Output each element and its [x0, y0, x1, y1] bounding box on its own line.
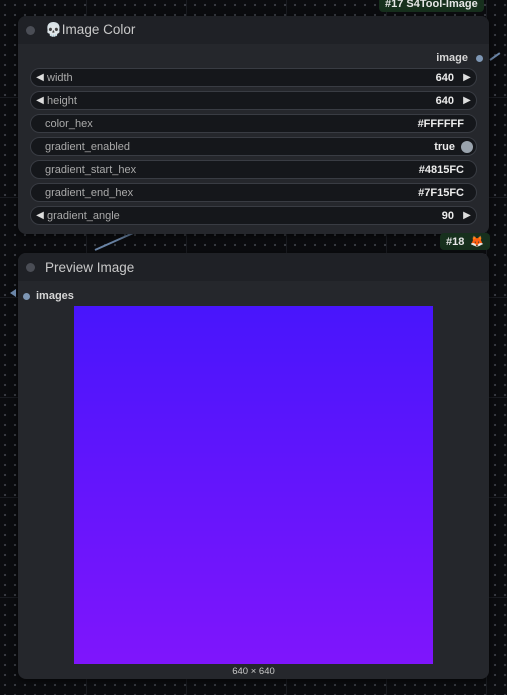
increment-arrow-icon[interactable]: ▶ — [462, 72, 476, 83]
widget-gradient-end-hex[interactable]: gradient_end_hex #7F15FC — [30, 183, 477, 202]
widget-label: gradient_enabled — [45, 140, 131, 153]
widget-gradient-angle[interactable]: ◀ gradient_angle 90 ▶ — [30, 206, 477, 225]
node-title: Preview Image — [45, 259, 135, 275]
node-title: 💀Image Color — [45, 22, 136, 37]
increment-arrow-icon[interactable]: ▶ — [462, 95, 476, 106]
widget-value[interactable]: #4815FC — [419, 164, 476, 176]
widget-value[interactable]: 90 — [442, 210, 454, 222]
node-title-bar[interactable]: Preview Image — [18, 253, 489, 281]
widget-width[interactable]: ◀ width 640 ▶ — [30, 68, 477, 87]
widget-value[interactable]: #7F15FC — [418, 187, 476, 199]
output-slot-image[interactable]: image — [436, 52, 483, 64]
link-wire — [94, 232, 134, 251]
link-wire-out — [489, 52, 501, 61]
decrement-arrow-icon[interactable]: ◀ — [31, 210, 45, 221]
widget-value[interactable]: #FFFFFF — [418, 118, 476, 130]
widget-label: height — [47, 94, 77, 107]
widget-label: color_hex — [45, 117, 93, 130]
output-dot[interactable] — [476, 54, 483, 62]
widget-label: gradient_angle — [47, 209, 120, 222]
widget-value[interactable]: 640 — [436, 95, 454, 107]
toggle-switch[interactable] — [461, 140, 473, 153]
widget-color-hex[interactable]: color_hex #FFFFFF — [30, 114, 477, 133]
preview-image-node[interactable]: Preview Image images 640 × 640 — [18, 253, 489, 679]
node-title-bar[interactable]: 💀Image Color — [18, 16, 489, 44]
widget-value[interactable]: 640 — [436, 72, 454, 84]
collapse-toggle[interactable] — [26, 25, 35, 35]
widget-gradient-start-hex[interactable]: gradient_start_hex #4815FC — [30, 160, 477, 179]
fox-icon: 🦊 — [470, 236, 485, 248]
widget-label: width — [47, 71, 73, 84]
widget-label: gradient_end_hex — [45, 186, 134, 199]
preview-image[interactable] — [74, 306, 433, 664]
node-id-badge: #18 🦊 — [440, 233, 491, 250]
input-label: images — [36, 290, 74, 302]
input-slot-images[interactable]: images — [23, 290, 74, 302]
widget-label: gradient_start_hex — [45, 163, 137, 176]
collapse-toggle[interactable] — [26, 262, 35, 272]
output-label: image — [436, 52, 468, 64]
decrement-arrow-icon[interactable]: ◀ — [31, 95, 45, 106]
increment-arrow-icon[interactable]: ▶ — [462, 210, 476, 221]
input-dot[interactable] — [23, 292, 30, 300]
image-color-node[interactable]: 💀Image Color image ◀ width 640 ▶ ◀ heigh… — [18, 16, 489, 234]
decrement-arrow-icon[interactable]: ◀ — [31, 72, 45, 83]
node-id-badge: #17 S4Tool-Image — [379, 0, 484, 12]
widget-height[interactable]: ◀ height 640 ▶ — [30, 91, 477, 110]
widget-gradient-enabled[interactable]: gradient_enabled true — [30, 137, 477, 156]
image-dimensions: 640 × 640 — [232, 666, 275, 677]
input-link-arrow-icon — [10, 289, 16, 297]
node-id-label: #18 — [446, 236, 465, 248]
widget-value: true — [434, 140, 455, 153]
node-id-label: #17 S4Tool-Image — [385, 0, 478, 10]
